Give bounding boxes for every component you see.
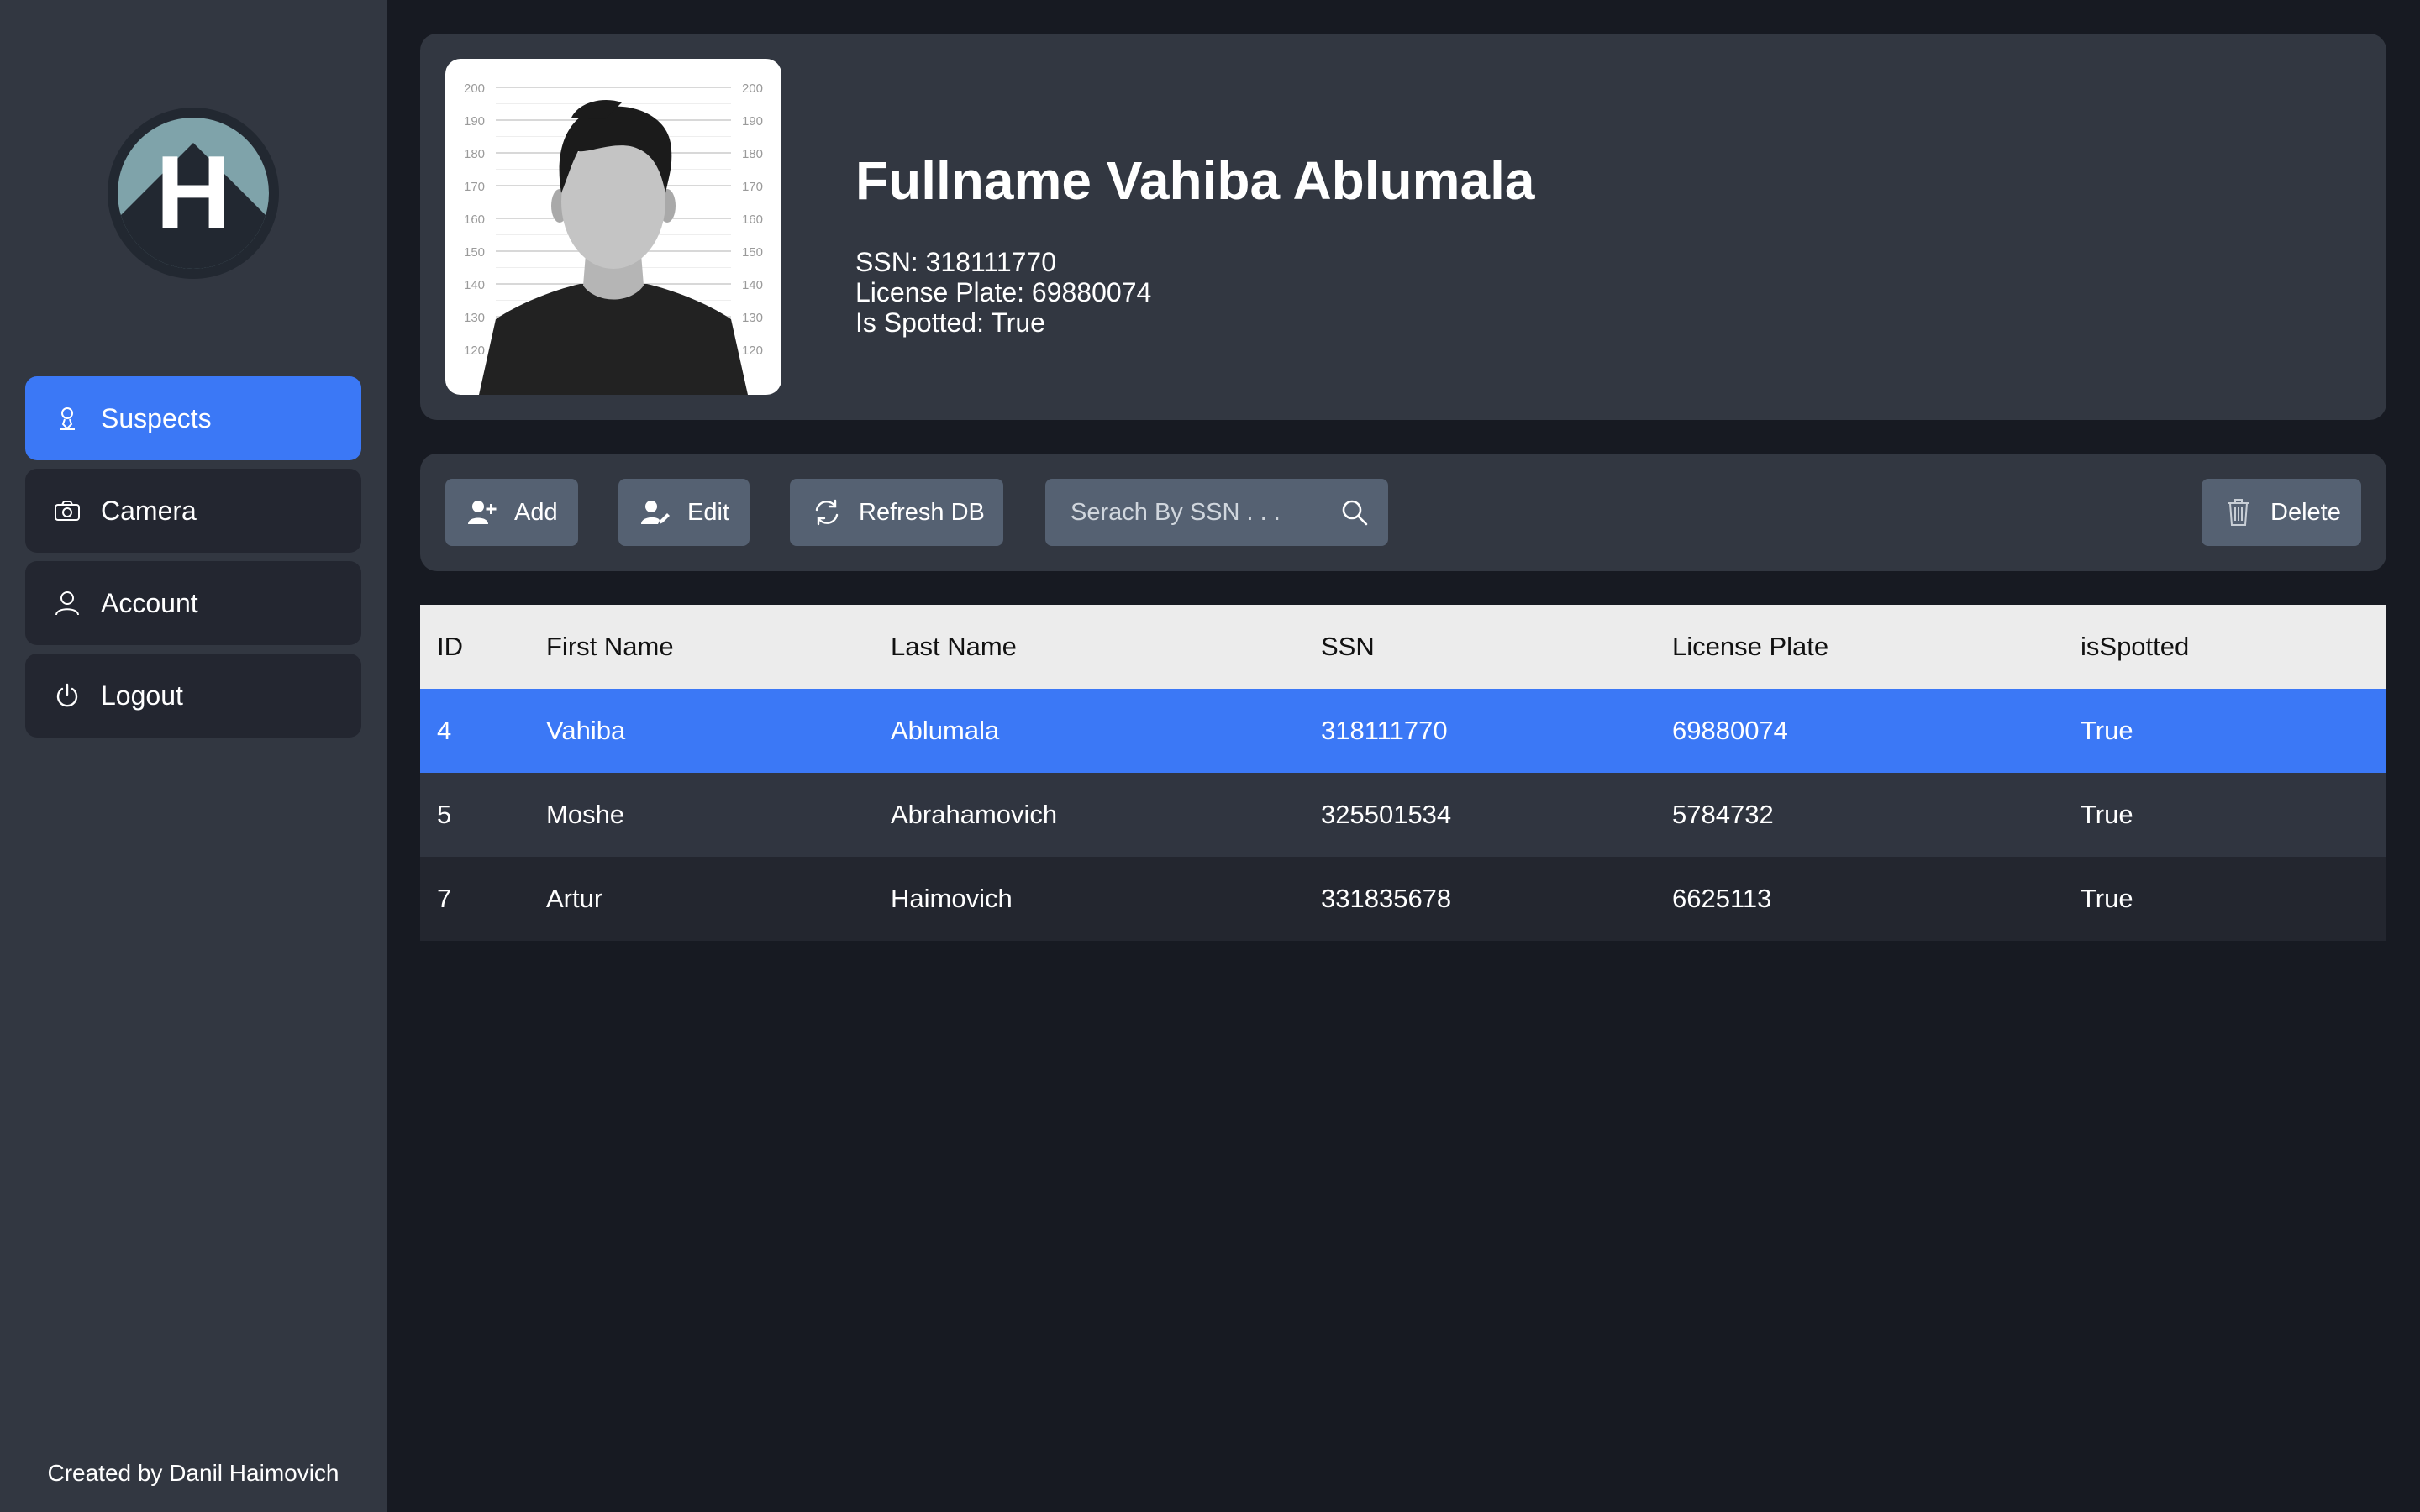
scale-label: 150 <box>742 245 763 260</box>
cell-last-name: Ablumala <box>891 716 1000 745</box>
cell-is-spotted: True <box>2081 716 2133 745</box>
table-header: ID First Name Last Name SSN License Plat… <box>420 605 2386 689</box>
edit-button-label: Edit <box>687 498 729 526</box>
cell-last-name: Abrahamovich <box>891 800 1058 829</box>
delete-button[interactable]: Delete <box>2202 479 2361 546</box>
scale-label: 130 <box>464 311 485 325</box>
cell-ssn: 325501534 <box>1321 800 1452 829</box>
table-row[interactable]: 4 Vahiba Ablumala 318111770 69880074 Tru… <box>420 689 2386 773</box>
scale-label: 120 <box>742 344 763 358</box>
cell-last-name: Haimovich <box>891 884 1013 913</box>
scale-label: 180 <box>464 147 485 161</box>
search-input[interactable] <box>1045 479 1323 546</box>
scale-label: 170 <box>742 180 763 194</box>
profile-is-spotted: Is Spotted: True <box>855 307 1045 338</box>
table-row[interactable]: 7 Artur Haimovich 331835678 6625113 True <box>420 857 2386 941</box>
sidebar-item-label: Camera <box>101 495 197 526</box>
user-icon <box>54 590 81 617</box>
toolbar: Add Edit Refresh DB Serach By SSN . . . … <box>420 454 2386 571</box>
scale-label: 180 <box>742 147 763 161</box>
scale-label: 160 <box>742 213 763 227</box>
cell-id: 7 <box>437 884 452 913</box>
search-field[interactable] <box>1045 479 1388 546</box>
sidebar-item-account[interactable]: Account <box>25 561 361 645</box>
app-logo: H <box>108 108 279 279</box>
camera-icon <box>54 497 81 524</box>
cell-ssn: 331835678 <box>1321 884 1452 913</box>
scale-label: 140 <box>464 278 485 292</box>
cell-first-name: Moshe <box>546 800 625 829</box>
header-is-spotted[interactable]: isSpotted <box>2081 632 2386 662</box>
scale-label: 150 <box>464 245 485 260</box>
profile-ssn: SSN: 318111770 <box>855 247 1056 277</box>
cell-is-spotted: True <box>2081 800 2133 829</box>
refresh-button-label: Refresh DB <box>859 498 985 526</box>
profile-card: 200 200 190 190 180 180 170 170 160 160 150 150 140 1… <box>420 34 2386 420</box>
scale-label: 170 <box>464 180 485 194</box>
sidebar: H Suspects Camera Account Logout Created… <box>0 0 387 1512</box>
logo-letter: H <box>155 135 231 251</box>
cell-license-plate: 6625113 <box>1672 884 1772 913</box>
sidebar-item-suspects[interactable]: Suspects <box>25 376 361 460</box>
search-icon[interactable] <box>1339 497 1370 528</box>
scale-label: 190 <box>742 114 763 129</box>
sidebar-item-label: Suspects <box>101 402 212 433</box>
add-button[interactable]: Add <box>445 479 578 546</box>
profile-fullname: Fullname Vahiba Ablumala <box>855 150 1535 211</box>
power-icon <box>54 682 81 709</box>
edit-button[interactable]: Edit <box>618 479 750 546</box>
sidebar-nav: Suspects Camera Account Logout <box>25 376 361 746</box>
refresh-db-button[interactable]: Refresh DB <box>790 479 1003 546</box>
cell-ssn: 318111770 <box>1321 716 1448 745</box>
refresh-icon <box>812 497 842 528</box>
cell-id: 5 <box>437 800 452 829</box>
cell-first-name: Vahiba <box>546 716 626 745</box>
edit-user-icon <box>640 497 671 528</box>
sidebar-item-label: Logout <box>101 680 183 711</box>
suspect-photo: 200 200 190 190 180 180 170 170 160 160 150 150 140 1… <box>445 59 781 395</box>
add-button-label: Add <box>514 498 558 526</box>
sidebar-item-logout[interactable]: Logout <box>25 654 361 738</box>
trash-icon <box>2223 497 2254 528</box>
scale-label: 190 <box>464 114 485 129</box>
scale-label: 160 <box>464 213 485 227</box>
add-user-icon <box>467 497 497 528</box>
header-id[interactable]: ID <box>420 632 546 662</box>
header-license-plate[interactable]: License Plate <box>1672 632 2081 662</box>
header-last-name[interactable]: Last Name <box>891 632 1321 662</box>
cell-license-plate: 5784732 <box>1672 800 1774 829</box>
profile-details: SSN: 318111770 License Plate: 69880074 I… <box>855 247 1151 338</box>
profile-license-plate: License Plate: 69880074 <box>855 277 1152 307</box>
cell-first-name: Artur <box>546 884 603 913</box>
table-row[interactable]: 5 Moshe Abrahamovich 325501534 5784732 T… <box>420 773 2386 857</box>
header-ssn[interactable]: SSN <box>1321 632 1672 662</box>
scale-label: 140 <box>742 278 763 292</box>
suspects-table: ID First Name Last Name SSN License Plat… <box>420 605 2386 941</box>
cell-license-plate: 69880074 <box>1672 716 1788 745</box>
header-first-name[interactable]: First Name <box>546 632 891 662</box>
scale-label: 200 <box>742 81 763 96</box>
delete-button-label: Delete <box>2270 498 2341 526</box>
sidebar-item-camera[interactable]: Camera <box>25 469 361 553</box>
scale-label: 130 <box>742 311 763 325</box>
sidebar-item-label: Account <box>101 587 198 618</box>
cell-is-spotted: True <box>2081 884 2133 913</box>
suspect-icon <box>54 405 81 432</box>
scale-label: 120 <box>464 344 485 358</box>
scale-label: 200 <box>464 81 485 96</box>
credit-text: Created by Danil Haimovich <box>47 1460 339 1486</box>
cell-id: 4 <box>437 716 452 745</box>
